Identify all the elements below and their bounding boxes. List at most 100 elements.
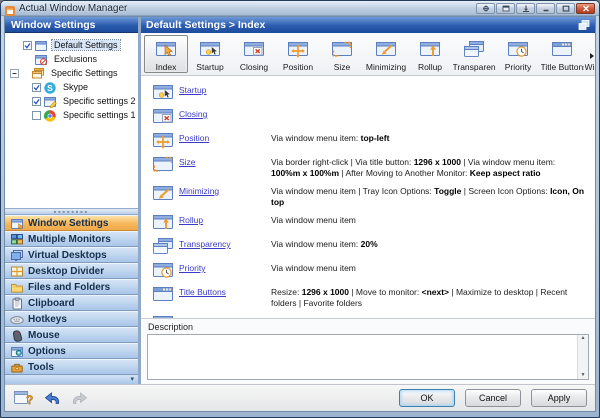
titlebar[interactable]: Actual Window Manager [1, 1, 599, 16]
tree-item-default-settings[interactable]: Default Settings [5, 38, 138, 52]
minimize-button[interactable] [536, 3, 555, 14]
tree-item-specific-settings-2[interactable]: Specific settings 2 [5, 94, 138, 108]
maximize-button[interactable] [556, 3, 575, 14]
priority-link[interactable]: Priority [179, 260, 271, 273]
skype-icon: S [43, 81, 57, 94]
toolbar-item-rollup[interactable]: Rollup [408, 35, 452, 73]
rollup-link[interactable]: Rollup [179, 212, 271, 225]
toolbar-item-transparency[interactable]: Transparency [452, 35, 496, 73]
help-icon[interactable]: ? [13, 389, 33, 407]
tree-item-specific-settings[interactable]: Specific Settings [5, 66, 138, 80]
toolbar-item-minimizing[interactable]: Minimizing [364, 35, 408, 73]
window-edit-icon [43, 95, 57, 108]
tree-item-exclusions[interactable]: Exclusions [5, 52, 138, 66]
scroll-up-icon[interactable]: ▲ [581, 336, 586, 341]
send-to-bottom-button[interactable] [516, 3, 535, 14]
index-row-rollup: RollupVia window menu item [149, 212, 591, 232]
options-icon [9, 345, 24, 358]
redo-button[interactable] [71, 391, 89, 405]
nav-footer: ▾ [5, 375, 138, 384]
tree-item-skype[interactable]: SSkype [5, 80, 138, 94]
startup-icon [198, 39, 222, 61]
sidebar-item-label: Tools [28, 362, 54, 373]
position-link[interactable]: Position [179, 130, 271, 143]
toolbar-item-priority[interactable]: Priority [496, 35, 540, 73]
toolbar-item-closing[interactable]: Closing [232, 35, 276, 73]
ok-button[interactable]: OK [399, 389, 455, 407]
rollup-icon [418, 39, 442, 61]
tree-checkbox[interactable] [23, 41, 32, 50]
tree-item-specific-settings-1[interactable]: Specific settings 1 [5, 108, 138, 122]
title-buttons-link[interactable]: Title Buttons [179, 284, 271, 297]
tree-checkbox[interactable] [32, 111, 41, 120]
toolbar-item-position[interactable]: Position [276, 35, 320, 73]
sidebar-item-mouse[interactable]: Mouse [5, 327, 138, 343]
mouse-icon [9, 329, 24, 342]
tree-expander-icon[interactable] [10, 69, 19, 78]
description-input[interactable] [148, 335, 576, 379]
toolbar-item-label: Index [156, 62, 177, 72]
transparency-link[interactable]: Transparency [179, 236, 271, 249]
close-button[interactable] [576, 3, 595, 14]
tree-item-label: Specific Settings [49, 68, 120, 78]
toolbar-item-label: Position [283, 62, 313, 72]
position-icon [286, 39, 310, 61]
cancel-button[interactable]: Cancel [465, 389, 521, 407]
startup-link[interactable]: Startup [179, 82, 271, 95]
startup-icon [149, 82, 179, 102]
sidebar-header: Window Settings [5, 17, 138, 33]
row-description: Via window menu item [271, 212, 591, 226]
transparency-icon [462, 39, 486, 61]
tree-checkbox[interactable] [32, 83, 41, 92]
chrome-icon [43, 109, 57, 122]
tree-item-label: Default Settings [52, 40, 120, 50]
window-settings-icon [9, 217, 24, 230]
tb-max-icon [562, 0, 570, 17]
sidebar-item-files-and-folders[interactable]: Files and Folders [5, 279, 138, 295]
tools-icon [9, 361, 24, 374]
apply-button[interactable]: Apply [531, 389, 587, 407]
configure-buttons-chevron-icon[interactable]: ▾ [130, 376, 134, 383]
toolbar-overflow-arrow-icon[interactable] [590, 53, 594, 59]
sidebar-item-hotkeys[interactable]: Hotkeys [5, 311, 138, 327]
size-link[interactable]: Size [179, 154, 271, 167]
window-title: Actual Window Manager [19, 3, 476, 14]
sidebar-item-label: Mouse [28, 330, 60, 341]
toolbar-item-title-buttons[interactable]: Title Buttons [540, 35, 584, 73]
tree-checkbox[interactable] [32, 97, 41, 106]
sidebar-item-clipboard[interactable]: Clipboard [5, 295, 138, 311]
index-icon [154, 39, 178, 61]
row-description [271, 82, 591, 85]
sidebar-item-options[interactable]: Options [5, 343, 138, 359]
index-row-size: SizeVia border right-click | Via title b… [149, 154, 591, 179]
tb-close-icon [582, 0, 590, 17]
sidebar-item-tools[interactable]: Tools [5, 359, 138, 375]
folder-windows-icon [31, 67, 45, 80]
stay-on-top-button[interactable] [476, 3, 495, 14]
toolbar-item-startup[interactable]: Startup [188, 35, 232, 73]
tb-bottom-icon [522, 0, 530, 17]
toolbar-item-index[interactable]: Index [144, 35, 188, 73]
sidebar-item-virtual-desktops[interactable]: Virtual Desktops [5, 247, 138, 263]
rollup-button[interactable] [496, 3, 515, 14]
row-description: Resize: 1296 x 1000 | Move to monitor: <… [271, 284, 591, 309]
scroll-down-icon[interactable]: ▼ [581, 373, 586, 378]
cascade-windows-icon[interactable] [578, 20, 590, 30]
toolbar-item-label: Transparency [453, 62, 496, 72]
description-scrollbar[interactable]: ▲ ▼ [577, 335, 588, 379]
clipboard-icon [9, 297, 24, 310]
sidebar-item-window-settings[interactable]: Window Settings [5, 215, 138, 231]
minimizing-icon [374, 39, 398, 61]
sidebar-item-desktop-divider[interactable]: Desktop Divider [5, 263, 138, 279]
undo-button[interactable] [43, 391, 61, 405]
closing-icon [149, 106, 179, 126]
closing-link[interactable]: Closing [179, 106, 271, 119]
priority-icon [149, 260, 179, 280]
svg-text:S: S [47, 83, 53, 93]
pane-splitter[interactable]: ■■■■■■■■ [5, 208, 138, 215]
minimizing-link[interactable]: Minimizing [179, 183, 271, 196]
index-row-transparency: TransparencyVia window menu item: 20% [149, 236, 591, 256]
sidebar-item-multiple-monitors[interactable]: Multiple Monitors [5, 231, 138, 247]
sidebar-item-label: Hotkeys [28, 314, 67, 325]
toolbar-item-size[interactable]: Size [320, 35, 364, 73]
